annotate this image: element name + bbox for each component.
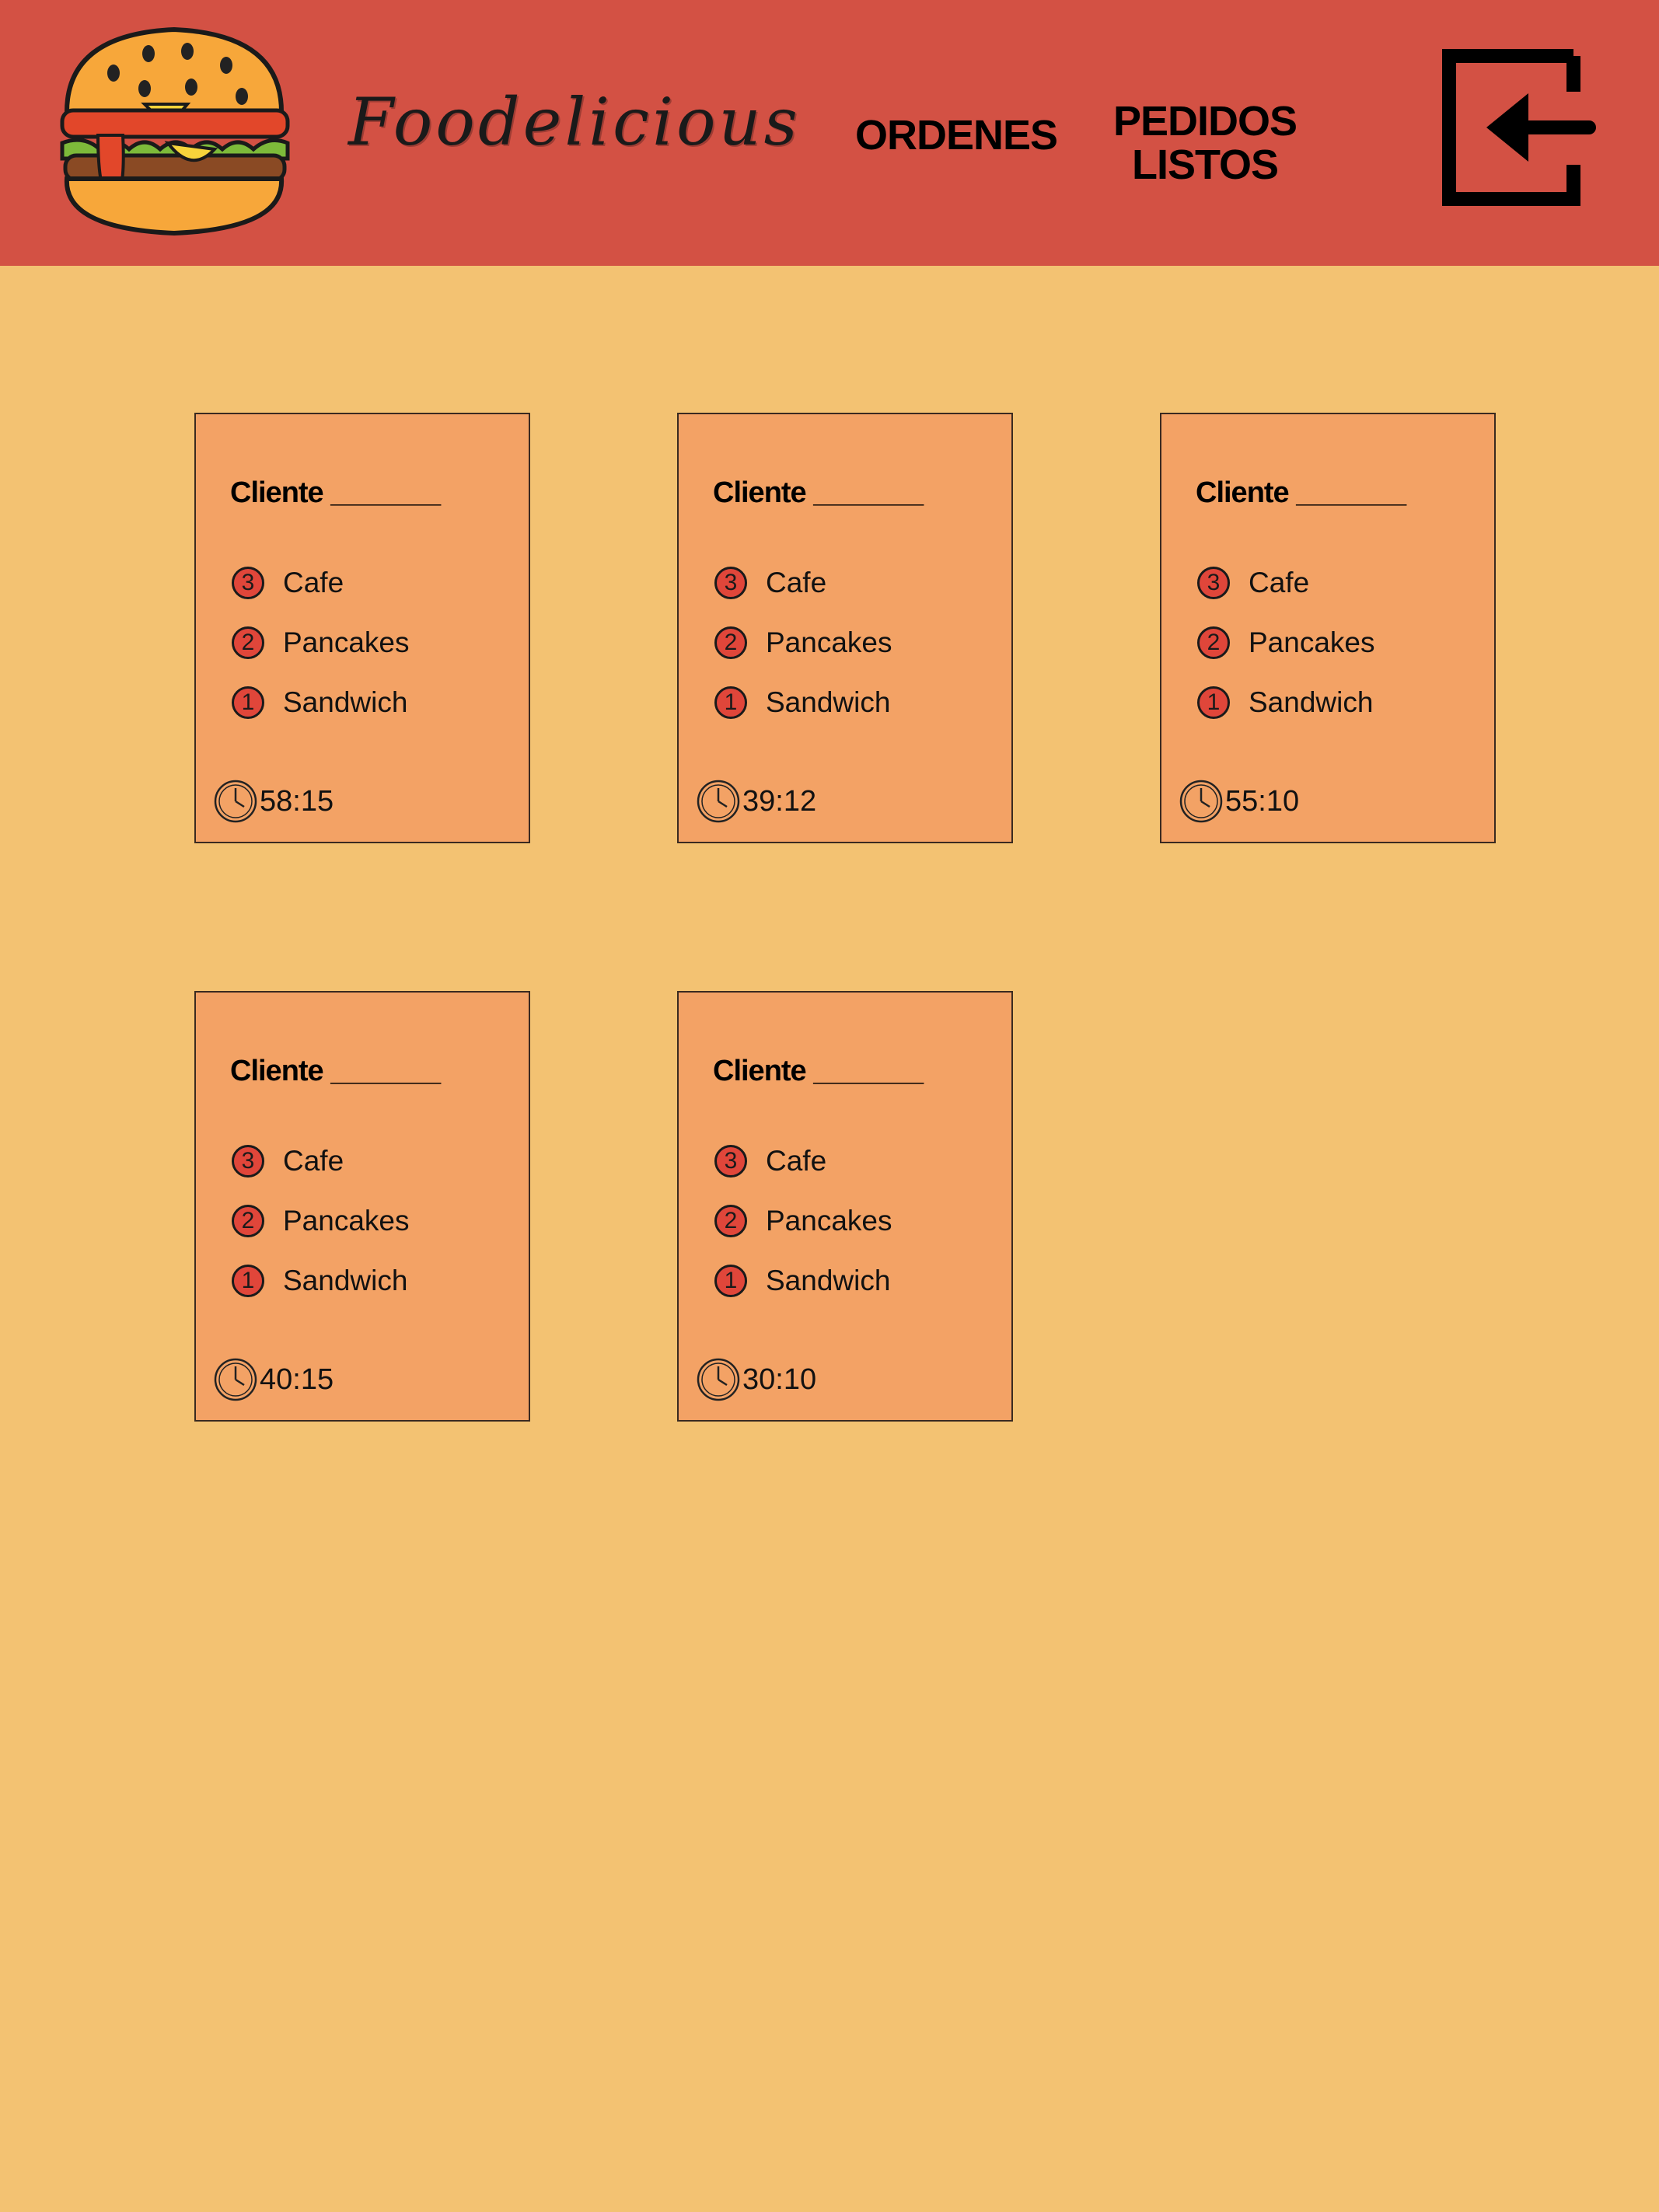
order-timer: 58:15: [213, 778, 334, 825]
order-card[interactable]: Cliente _______ 3 Cafe 2 Pancakes 1 Sand…: [194, 991, 530, 1422]
order-card[interactable]: Cliente _______ 3 Cafe 2 Pancakes 1 Sand…: [194, 413, 530, 843]
item-name: Sandwich: [766, 686, 891, 718]
order-client-title: Cliente _______: [230, 476, 441, 509]
order-timer: 30:10: [696, 1356, 816, 1403]
nav-pedidos-listos[interactable]: PEDIDOS LISTOS: [1104, 99, 1306, 187]
item-name: Cafe: [283, 567, 344, 598]
clock-icon: [697, 780, 740, 823]
timer-text: 39:12: [742, 784, 817, 818]
item-name: Cafe: [283, 1145, 344, 1177]
order-item: 1 Sandwich: [232, 1261, 407, 1301]
order-item: 3 Cafe: [232, 1141, 344, 1181]
order-client-title: Cliente _______: [713, 1055, 924, 1087]
order-timer: 55:10: [1179, 778, 1299, 825]
order-card[interactable]: Cliente _______ 3 Cafe 2 Pancakes 1 Sand…: [1160, 413, 1496, 843]
logout-icon[interactable]: [1441, 48, 1600, 207]
quantity-badge: 2: [232, 1205, 264, 1237]
item-name: Pancakes: [283, 626, 410, 658]
quantity-badge: 1: [232, 1265, 264, 1297]
quantity-badge: 3: [1197, 567, 1230, 599]
order-card[interactable]: Cliente _______ 3 Cafe 2 Pancakes 1 Sand…: [677, 991, 1013, 1422]
quantity-badge: 1: [232, 686, 264, 719]
order-item: 2 Pancakes: [232, 1201, 410, 1241]
clock-icon: [214, 780, 257, 823]
order-item: 1 Sandwich: [232, 682, 407, 723]
quantity-badge: 1: [714, 686, 747, 719]
nav-ordenes[interactable]: ORDENES: [855, 113, 1058, 157]
app-header: Foodelicious ORDENES PEDIDOS LISTOS: [0, 0, 1659, 266]
item-name: Pancakes: [766, 626, 892, 658]
item-name: Sandwich: [766, 1265, 891, 1296]
quantity-badge: 1: [714, 1265, 747, 1297]
order-timer: 39:12: [696, 778, 816, 825]
order-item: 3 Cafe: [714, 563, 826, 603]
order-item: 1 Sandwich: [1197, 682, 1373, 723]
order-item: 3 Cafe: [1197, 563, 1309, 603]
item-name: Cafe: [766, 1145, 827, 1177]
item-name: Pancakes: [283, 1205, 410, 1237]
order-item: 2 Pancakes: [1197, 623, 1375, 663]
timer-text: 30:10: [742, 1362, 817, 1396]
order-item: 2 Pancakes: [232, 623, 410, 663]
quantity-badge: 2: [1197, 626, 1230, 659]
quantity-badge: 3: [714, 567, 747, 599]
order-timer: 40:15: [213, 1356, 334, 1403]
clock-icon: [697, 1358, 740, 1401]
order-item: 2 Pancakes: [714, 623, 892, 663]
brand-name: Foodelicious: [348, 84, 801, 160]
item-name: Cafe: [766, 567, 827, 598]
quantity-badge: 2: [232, 626, 264, 659]
order-client-title: Cliente _______: [1196, 476, 1406, 509]
timer-text: 55:10: [1225, 784, 1300, 818]
order-client-title: Cliente _______: [230, 1055, 441, 1087]
burger-logo-icon: [60, 26, 290, 236]
clock-icon: [214, 1358, 257, 1401]
order-client-title: Cliente _______: [713, 476, 924, 509]
quantity-badge: 2: [714, 1205, 747, 1237]
clock-icon: [1179, 780, 1223, 823]
timer-text: 58:15: [260, 784, 334, 818]
item-name: Sandwich: [1249, 686, 1374, 718]
item-name: Sandwich: [283, 686, 408, 718]
quantity-badge: 3: [232, 567, 264, 599]
item-name: Cafe: [1249, 567, 1310, 598]
quantity-badge: 2: [714, 626, 747, 659]
order-item: 2 Pancakes: [714, 1201, 892, 1241]
quantity-badge: 1: [1197, 686, 1230, 719]
item-name: Pancakes: [766, 1205, 892, 1237]
order-card[interactable]: Cliente _______ 3 Cafe 2 Pancakes 1 Sand…: [677, 413, 1013, 843]
quantity-badge: 3: [714, 1145, 747, 1178]
order-item: 3 Cafe: [232, 563, 344, 603]
timer-text: 40:15: [260, 1362, 334, 1396]
order-item: 3 Cafe: [714, 1141, 826, 1181]
order-item: 1 Sandwich: [714, 1261, 890, 1301]
quantity-badge: 3: [232, 1145, 264, 1178]
item-name: Pancakes: [1249, 626, 1375, 658]
item-name: Sandwich: [283, 1265, 408, 1296]
order-item: 1 Sandwich: [714, 682, 890, 723]
